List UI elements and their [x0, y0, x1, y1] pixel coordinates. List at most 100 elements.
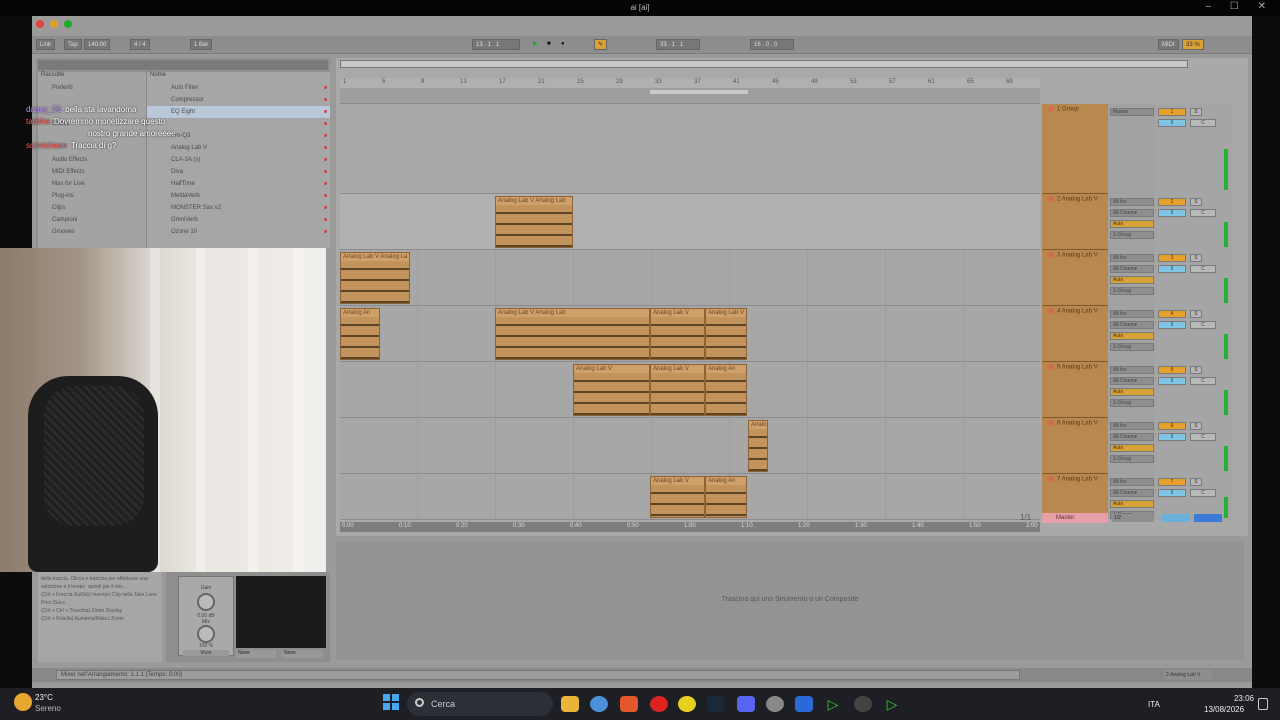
- pan-field[interactable]: C: [1190, 209, 1216, 217]
- browser-item[interactable]: Ozone 10: [147, 226, 330, 238]
- midi-clip[interactable]: Analog An: [705, 476, 747, 518]
- midi-clip[interactable]: Analog Lab V Analog La: [340, 252, 410, 304]
- record-icon[interactable]: ●: [558, 39, 568, 50]
- solo-button[interactable]: S: [1190, 366, 1202, 374]
- master-track-name[interactable]: Master: [1042, 513, 1108, 523]
- browser-category[interactable]: Max for Live: [38, 178, 146, 190]
- track-header[interactable]: 1 Group: [1042, 104, 1108, 194]
- master-track-row[interactable]: 1/1 Master 1/2: [1020, 513, 1232, 523]
- ableton-taskbar-icon[interactable]: ▷: [883, 696, 901, 712]
- loop-brace[interactable]: [650, 90, 748, 94]
- track-number-button[interactable]: 6: [1158, 422, 1186, 430]
- io-select[interactable]: All Channe: [1110, 377, 1154, 385]
- browser-item[interactable]: Auto Filter: [147, 82, 330, 94]
- volume-field[interactable]: 0: [1158, 377, 1186, 385]
- io-select[interactable]: All Ins: [1110, 254, 1154, 262]
- master-io[interactable]: 1/2: [1112, 514, 1154, 522]
- norton-icon[interactable]: [678, 696, 696, 712]
- track-number-button[interactable]: 4: [1158, 310, 1186, 318]
- mix-knob[interactable]: [197, 625, 215, 643]
- io-select[interactable]: All Ins: [1110, 366, 1154, 374]
- browser-category[interactable]: Plug-ins: [38, 190, 146, 202]
- io-select[interactable]: Auto: [1110, 220, 1154, 228]
- solo-button[interactable]: S: [1190, 310, 1202, 318]
- gain-knob[interactable]: [197, 593, 215, 611]
- play-icon[interactable]: ▶: [530, 39, 541, 50]
- io-select[interactable]: All Channe: [1110, 489, 1154, 497]
- volume-field[interactable]: 0: [1158, 489, 1186, 497]
- io-select[interactable]: Auto: [1110, 388, 1154, 396]
- track-name[interactable]: 2 Analog Lab V: [1057, 197, 1098, 203]
- clock-date[interactable]: 13/08/2026: [1204, 705, 1244, 714]
- io-select[interactable]: All Ins: [1110, 198, 1154, 206]
- browser-category[interactable]: Campioni: [38, 214, 146, 226]
- midi-clip[interactable]: Analog An: [340, 308, 380, 360]
- track-number-button[interactable]: 1: [1158, 108, 1186, 116]
- track-lane[interactable]: Analog Lab V Analog La: [340, 250, 1040, 306]
- steam-icon[interactable]: [707, 696, 725, 712]
- browser-item[interactable]: MONSTER Sax v2: [147, 202, 330, 214]
- solo-button[interactable]: S: [1190, 108, 1202, 116]
- app-icon[interactable]: [854, 696, 872, 712]
- minimize-icon[interactable]: [49, 20, 58, 28]
- tap-button[interactable]: Tap: [64, 39, 82, 50]
- browser-category[interactable]: Clips: [38, 202, 146, 214]
- track-number-button[interactable]: 7: [1158, 478, 1186, 486]
- play-app-icon[interactable]: ▷: [824, 696, 842, 712]
- track-header[interactable]: 5 Analog Lab V: [1042, 362, 1108, 418]
- io-select[interactable]: All Channe: [1110, 209, 1154, 217]
- tempo-field[interactable]: 140.00: [84, 39, 111, 50]
- position-field[interactable]: 13 . 1 . 1: [472, 39, 520, 50]
- track-header[interactable]: 2 Analog Lab V: [1042, 194, 1108, 250]
- quantize-select[interactable]: 1 Bar: [190, 39, 213, 50]
- maximize-icon[interactable]: [63, 20, 72, 28]
- sidechain-select[interactable]: None: [236, 650, 276, 658]
- track-lane[interactable]: Analog Lab V Analog Lab Analog Lab V Analo…: [340, 306, 1040, 362]
- track-number-button[interactable]: 5: [1158, 366, 1186, 374]
- file-explorer-icon[interactable]: [561, 696, 579, 712]
- midi-clip[interactable]: Analog Lab V: [650, 308, 705, 360]
- track-activator-icon[interactable]: [1048, 476, 1054, 482]
- track-lane[interactable]: [340, 104, 1040, 194]
- io-select[interactable]: All Channe: [1110, 321, 1154, 329]
- notification-icon[interactable]: [1258, 698, 1268, 710]
- weather-icon[interactable]: [14, 693, 32, 711]
- loop-length-field[interactable]: 16 . 0 . 0: [750, 39, 794, 50]
- io-select[interactable]: Auto: [1110, 444, 1154, 452]
- stop-icon[interactable]: ■: [544, 39, 554, 50]
- close-icon[interactable]: [36, 20, 44, 28]
- pan-field[interactable]: C: [1190, 321, 1216, 329]
- midi-clip[interactable]: Analog Lab V Analog Lab: [495, 308, 650, 360]
- pan-field[interactable]: C: [1190, 377, 1216, 385]
- io-select[interactable]: All Channe: [1110, 433, 1154, 441]
- track-number-button[interactable]: 3: [1158, 254, 1186, 262]
- pan-field[interactable]: C: [1190, 265, 1216, 273]
- loop-start-field[interactable]: 33 . 1 . 1: [656, 39, 700, 50]
- outlook-icon[interactable]: [795, 696, 813, 712]
- track-activator-icon[interactable]: [1048, 252, 1054, 258]
- track-name[interactable]: 1 Group: [1057, 107, 1079, 113]
- io-select[interactable]: Master: [1110, 108, 1154, 116]
- solo-button[interactable]: S: [1190, 422, 1202, 430]
- weather-description[interactable]: Sereno: [35, 704, 61, 713]
- track-name[interactable]: 4 Analog Lab V: [1057, 309, 1098, 315]
- discord-icon[interactable]: [737, 696, 755, 712]
- midi-clip[interactable]: Analog Lab V: [705, 308, 747, 360]
- output-select[interactable]: None: [282, 650, 322, 658]
- automation-arm-icon[interactable]: ✎: [594, 39, 608, 50]
- volume-field[interactable]: 0: [1158, 433, 1186, 441]
- browser-search-input[interactable]: [38, 60, 328, 70]
- weather-temperature[interactable]: 23°C: [35, 693, 53, 702]
- track-lane[interactable]: Analog Lab V Analog Lab: [340, 194, 1040, 250]
- track-number-button[interactable]: 2: [1158, 198, 1186, 206]
- io-select[interactable]: Auto: [1110, 332, 1154, 340]
- master-pan[interactable]: [1194, 514, 1222, 522]
- midi-clip[interactable]: Analog Lab V: [573, 364, 650, 416]
- browser-item[interactable]: MeldaVerb: [147, 190, 330, 202]
- track-name[interactable]: 5 Analog Lab V: [1057, 365, 1098, 371]
- io-select[interactable]: 1-Group: [1110, 343, 1154, 351]
- brave-icon[interactable]: [620, 696, 638, 712]
- io-select[interactable]: All Ins: [1110, 478, 1154, 486]
- midi-clip[interactable]: Analog Lab V: [650, 364, 705, 416]
- meter-field[interactable]: 4 / 4: [130, 39, 150, 50]
